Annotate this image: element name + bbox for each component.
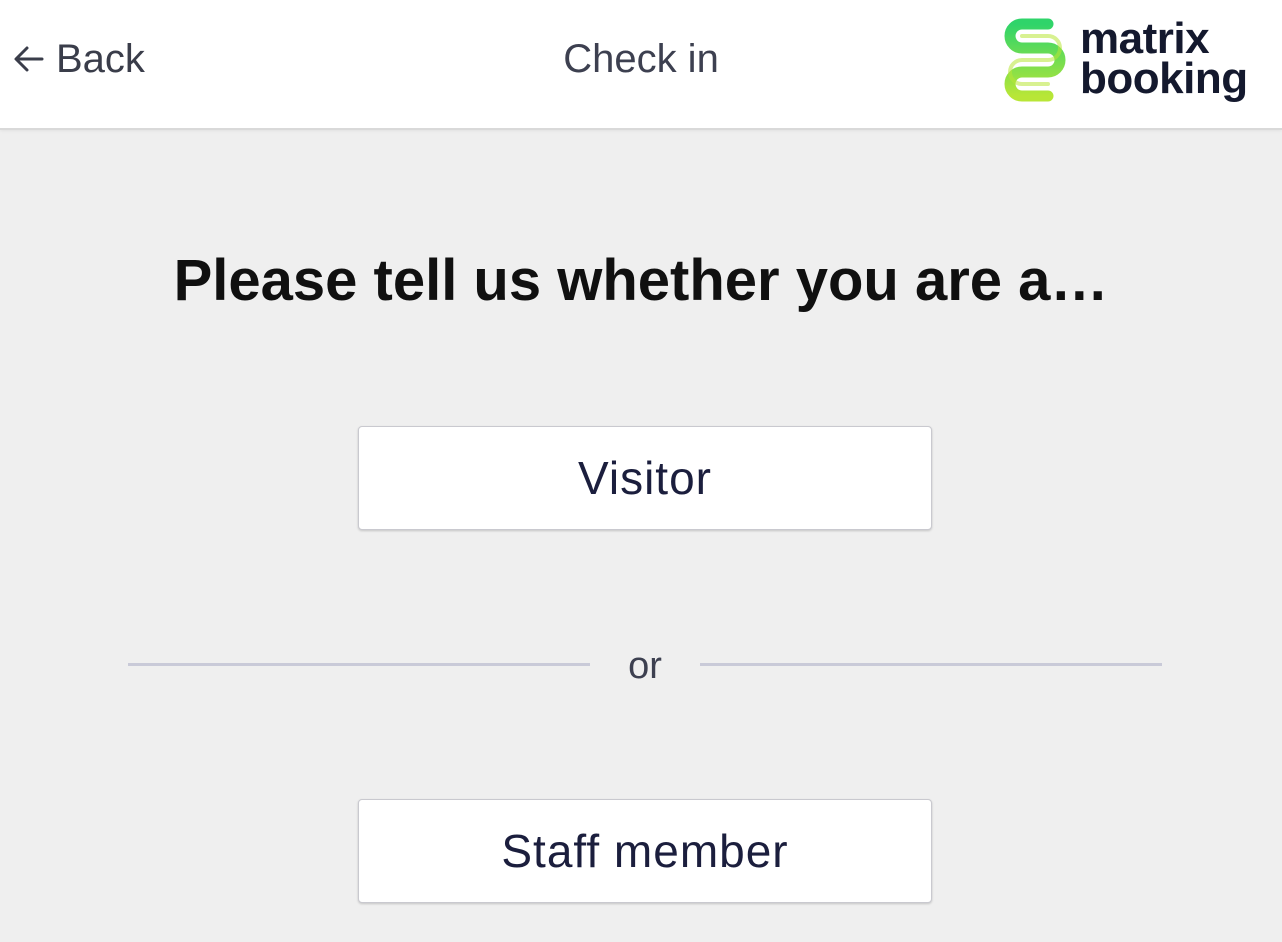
top-bar: Back Check in matrix booking: [0, 0, 1282, 130]
divider-line-left: [128, 663, 590, 666]
logo-wordmark: matrix booking: [1080, 14, 1248, 103]
matrix-booking-logo-icon: [1004, 18, 1066, 102]
logo-line-1: matrix: [1080, 14, 1210, 63]
matrix-booking-logo: matrix booking: [1002, 14, 1248, 104]
logo-line-2: booking: [1080, 54, 1248, 103]
divider-or-label: or: [628, 645, 662, 687]
divider-line-right: [700, 663, 1162, 666]
check-in-screen: Back Check in matrix booking Please tell…: [0, 0, 1282, 942]
visitor-button[interactable]: Visitor: [358, 426, 932, 530]
visitor-type-prompt: Please tell us whether you are a…: [173, 248, 1109, 313]
staff-member-button[interactable]: Staff member: [358, 799, 932, 903]
